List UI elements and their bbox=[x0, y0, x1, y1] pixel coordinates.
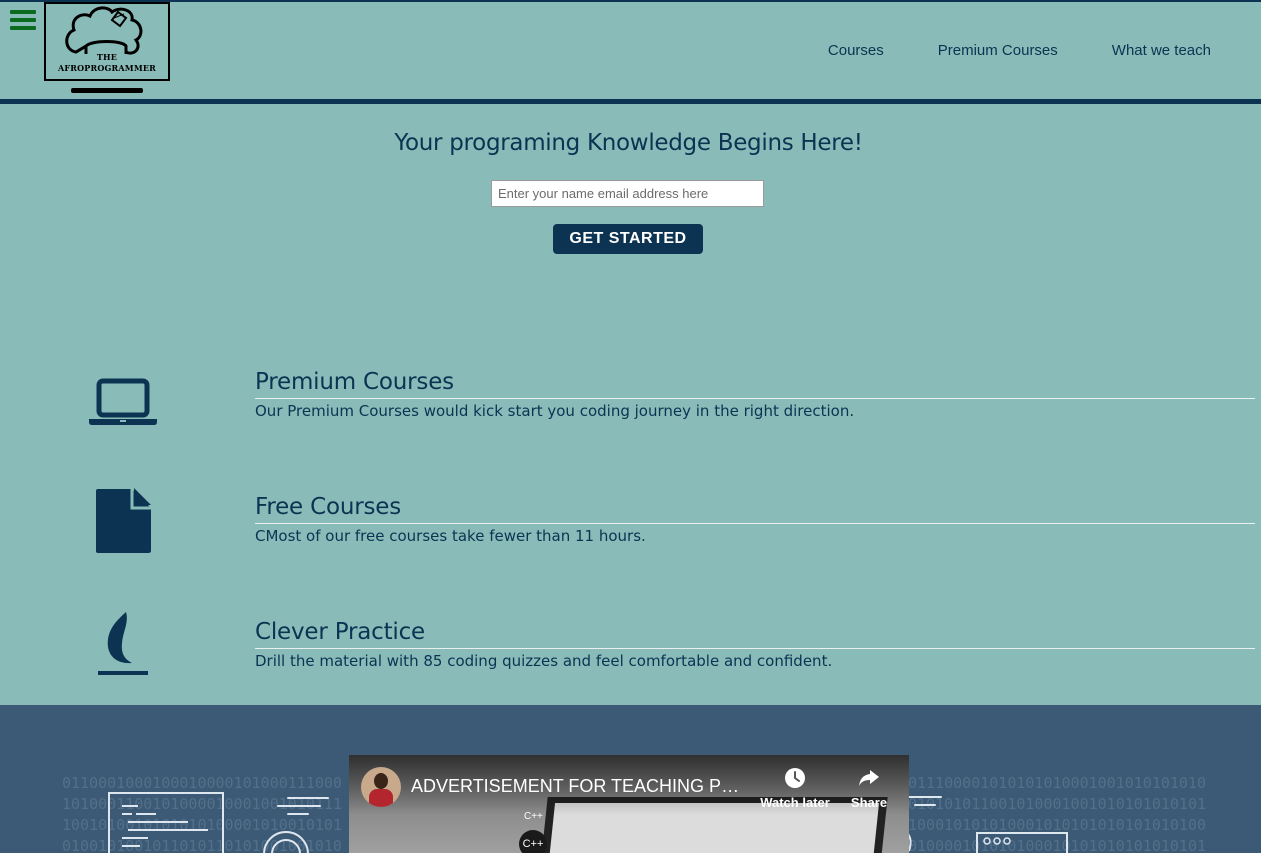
youtube-video-embed[interactable]: C++ C++ ADVERTISEMENT FOR TEACHING PROG.… bbox=[349, 755, 909, 853]
feature-rule bbox=[255, 398, 1255, 399]
browser-window-illustration-icon bbox=[906, 796, 1068, 853]
share-label: Share bbox=[850, 795, 888, 810]
watch-later-label: Watch later bbox=[760, 795, 830, 810]
laptop-icon bbox=[89, 378, 157, 425]
feature-text: Our Premium Courses would kick start you… bbox=[255, 402, 855, 420]
feature-title: Clever Practice bbox=[255, 619, 425, 645]
watch-later-button[interactable]: Watch later bbox=[755, 767, 835, 810]
video-title[interactable]: ADVERTISEMENT FOR TEACHING PROG... bbox=[411, 776, 751, 797]
logo-text-line1: THE bbox=[96, 52, 118, 62]
flame-icon bbox=[98, 612, 148, 675]
feature-text: CMost of our free courses take fewer tha… bbox=[255, 527, 646, 545]
feature-rule bbox=[255, 523, 1255, 524]
logo-text-line2: AFROPROGRAMMER bbox=[57, 63, 157, 73]
logo-stand bbox=[71, 88, 143, 93]
top-border bbox=[0, 0, 1261, 2]
get-started-button[interactable]: GET STARTED bbox=[553, 224, 703, 254]
share-button[interactable]: Share bbox=[829, 767, 909, 810]
channel-avatar[interactable] bbox=[361, 767, 401, 807]
feature-rule bbox=[255, 648, 1255, 649]
share-arrow-icon bbox=[859, 770, 879, 786]
logo-text: THE AFROPROGRAMMER bbox=[46, 52, 168, 74]
code-editor-illustration-icon bbox=[108, 792, 329, 853]
clock-icon bbox=[785, 768, 805, 788]
feature-title: Premium Courses bbox=[255, 369, 454, 395]
nav-courses[interactable]: Courses bbox=[828, 42, 884, 59]
hero-title: Your programing Knowledge Begins Here! bbox=[394, 130, 863, 156]
site-logo[interactable]: THE AFROPROGRAMMER bbox=[44, 2, 170, 94]
hamburger-menu-icon[interactable] bbox=[10, 10, 38, 36]
feature-text: Drill the material with 85 coding quizze… bbox=[255, 652, 833, 670]
nav-what-we-teach[interactable]: What we teach bbox=[1112, 42, 1211, 59]
header-divider bbox=[0, 99, 1261, 104]
document-icon bbox=[96, 488, 151, 553]
nav-premium-courses[interactable]: Premium Courses bbox=[938, 42, 1058, 59]
cpp-badge: C++ bbox=[519, 830, 547, 853]
email-input[interactable] bbox=[491, 180, 764, 207]
feature-title: Free Courses bbox=[255, 494, 401, 520]
main-nav: Courses Premium Courses What we teach bbox=[828, 42, 1211, 59]
